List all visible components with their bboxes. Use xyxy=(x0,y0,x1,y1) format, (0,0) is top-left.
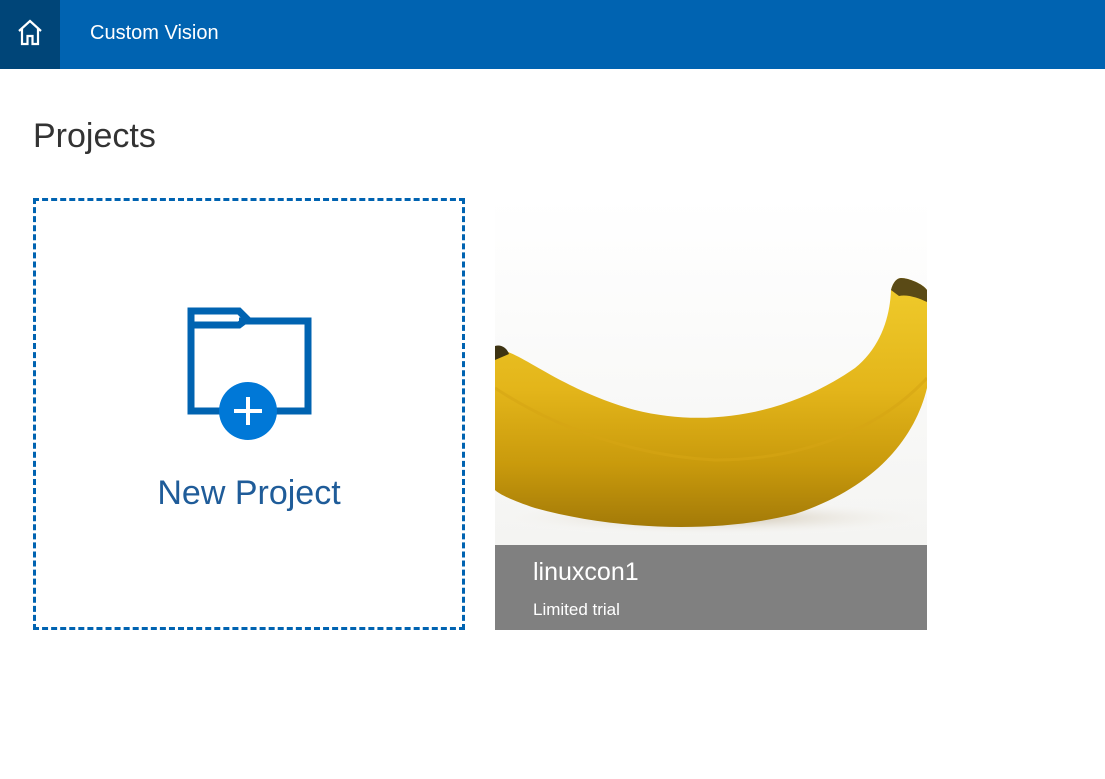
folder-add-icon xyxy=(187,305,313,446)
page-title: Projects xyxy=(33,117,156,155)
new-project-label: New Project xyxy=(157,474,341,512)
app-title[interactable]: Custom Vision xyxy=(90,20,219,46)
home-button[interactable] xyxy=(0,0,60,69)
banana-image xyxy=(495,198,927,545)
home-icon xyxy=(15,18,45,51)
project-name: linuxcon1 xyxy=(533,558,639,586)
project-card[interactable]: linuxcon1 Limited trial xyxy=(495,198,927,630)
top-nav-bar: Custom Vision xyxy=(0,0,1105,69)
project-caption: linuxcon1 Limited trial xyxy=(495,545,927,630)
project-tier: Limited trial xyxy=(533,600,620,619)
new-project-tile[interactable]: New Project xyxy=(33,198,465,630)
